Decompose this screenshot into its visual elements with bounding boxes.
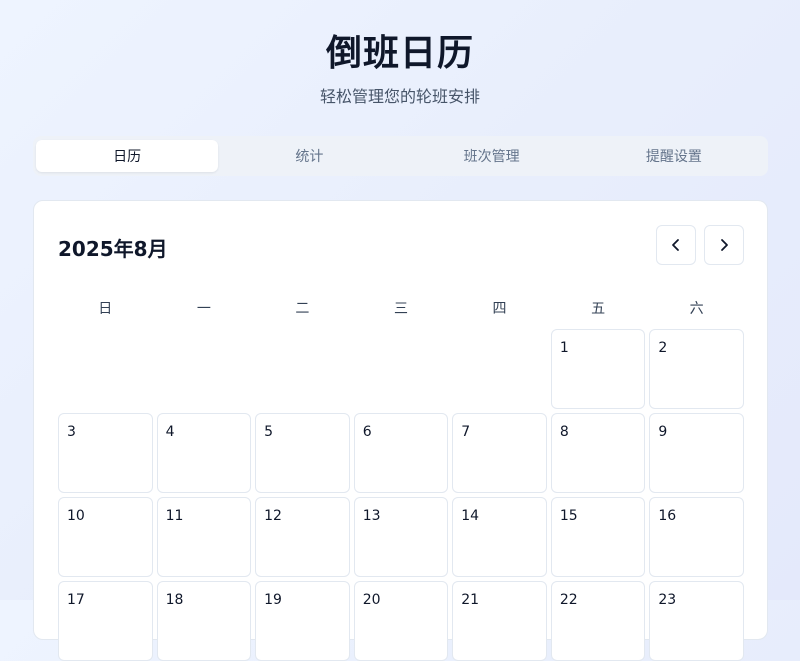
weekday-label: 五 — [591, 301, 606, 317]
calendar-day-cell[interactable]: 8 — [550, 413, 646, 493]
day-number: 13 — [362, 508, 381, 524]
calendar-empty-cell — [354, 329, 449, 409]
calendar-day-cell[interactable]: 22 — [550, 581, 646, 661]
calendar-day-cell[interactable]: 12 — [255, 497, 350, 577]
calendar-day-cell[interactable]: 21 — [452, 581, 547, 661]
calendar-day-cell[interactable]: 2 — [649, 329, 744, 409]
day-number: 9 — [658, 424, 668, 440]
calendar-day-cell[interactable]: 19 — [255, 581, 350, 661]
calendar-day-cell[interactable]: 23 — [649, 581, 744, 661]
calendar-day-cell[interactable]: 15 — [550, 497, 646, 577]
day-number: 18 — [165, 592, 184, 608]
day-number: 20 — [362, 592, 381, 608]
day-number: 21 — [461, 592, 480, 608]
day-number: 11 — [165, 508, 184, 524]
weekday-label: 一 — [196, 301, 211, 317]
next-month-button[interactable] — [704, 225, 744, 265]
calendar-day-cell[interactable]: 18 — [156, 581, 252, 661]
calendar-day-cell[interactable]: 5 — [255, 413, 350, 493]
weekday-label: 六 — [689, 301, 704, 317]
day-number: 23 — [658, 592, 677, 608]
day-number: 10 — [67, 508, 85, 524]
calendar-card: 2025年8月 日 一 二 三 四 五 六 1 2 3 4 5 6 7 8 9 10 11 12 13 1… — [33, 200, 768, 661]
calendar-day-cell[interactable]: 16 — [649, 497, 744, 577]
calendar-day-cell[interactable]: 7 — [452, 413, 547, 493]
calendar-grid: 1 2 3 4 5 6 7 8 9 10 11 12 13 14 15 16 17 18 19 20 21 22 23 — [58, 329, 744, 661]
day-number: 5 — [264, 424, 274, 440]
app-header: 倒班日历 轻松管理您的轮班安排 — [0, 0, 800, 108]
tab-calendar[interactable]: 日历 — [36, 140, 219, 172]
calendar-day-cell[interactable]: 4 — [156, 413, 252, 493]
chevron-right-icon — [721, 239, 728, 251]
calendar-day-cell[interactable]: 6 — [353, 413, 449, 493]
page-title: 倒班日历 — [325, 33, 474, 74]
weekday-label: 二 — [295, 301, 310, 317]
calendar-day-cell[interactable]: 17 — [58, 581, 153, 661]
tab-shift-management[interactable]: 班次管理 — [401, 140, 583, 172]
calendar-day-cell[interactable]: 20 — [353, 581, 449, 661]
day-number: 8 — [559, 424, 569, 440]
day-number: 17 — [67, 592, 85, 608]
day-number: 6 — [362, 424, 372, 440]
tab-reminder-settings[interactable]: 提醒设置 — [583, 140, 765, 172]
day-number: 19 — [264, 592, 282, 608]
day-number: 12 — [264, 508, 282, 524]
weekday-label: 三 — [393, 301, 408, 317]
calendar-day-cell[interactable]: 1 — [550, 329, 646, 409]
day-number: 16 — [658, 508, 677, 524]
tab-bar: 日历 统计 班次管理 提醒设置 — [33, 136, 768, 176]
calendar-day-cell[interactable]: 14 — [452, 497, 547, 577]
day-number: 14 — [461, 508, 480, 524]
day-number: 7 — [461, 424, 471, 440]
calendar-day-cell[interactable]: 9 — [649, 413, 744, 493]
page-subtitle: 轻松管理您的轮班安排 — [319, 87, 480, 106]
calendar-day-cell[interactable]: 10 — [58, 497, 153, 577]
day-number: 4 — [165, 424, 175, 440]
month-title: 2025年8月 — [58, 237, 168, 261]
day-number: 22 — [559, 592, 578, 608]
weekday-label: 四 — [492, 301, 507, 317]
day-number: 3 — [67, 424, 76, 440]
prev-month-button[interactable] — [656, 225, 696, 265]
day-number: 1 — [559, 340, 569, 356]
calendar-empty-cell — [58, 329, 153, 409]
calendar-day-cell[interactable]: 13 — [353, 497, 449, 577]
calendar-day-cell[interactable]: 11 — [156, 497, 252, 577]
day-number: 15 — [559, 508, 578, 524]
day-number: 2 — [658, 340, 668, 356]
weekday-label: 日 — [98, 301, 113, 317]
weekday-header: 日 一 二 三 四 五 六 — [58, 297, 744, 321]
calendar-day-cell[interactable]: 3 — [58, 413, 153, 493]
chevron-left-icon — [672, 239, 679, 251]
calendar-empty-cell — [255, 329, 350, 409]
calendar-empty-cell — [157, 329, 252, 409]
tab-statistics[interactable]: 统计 — [218, 140, 400, 172]
calendar-empty-cell — [452, 329, 547, 409]
